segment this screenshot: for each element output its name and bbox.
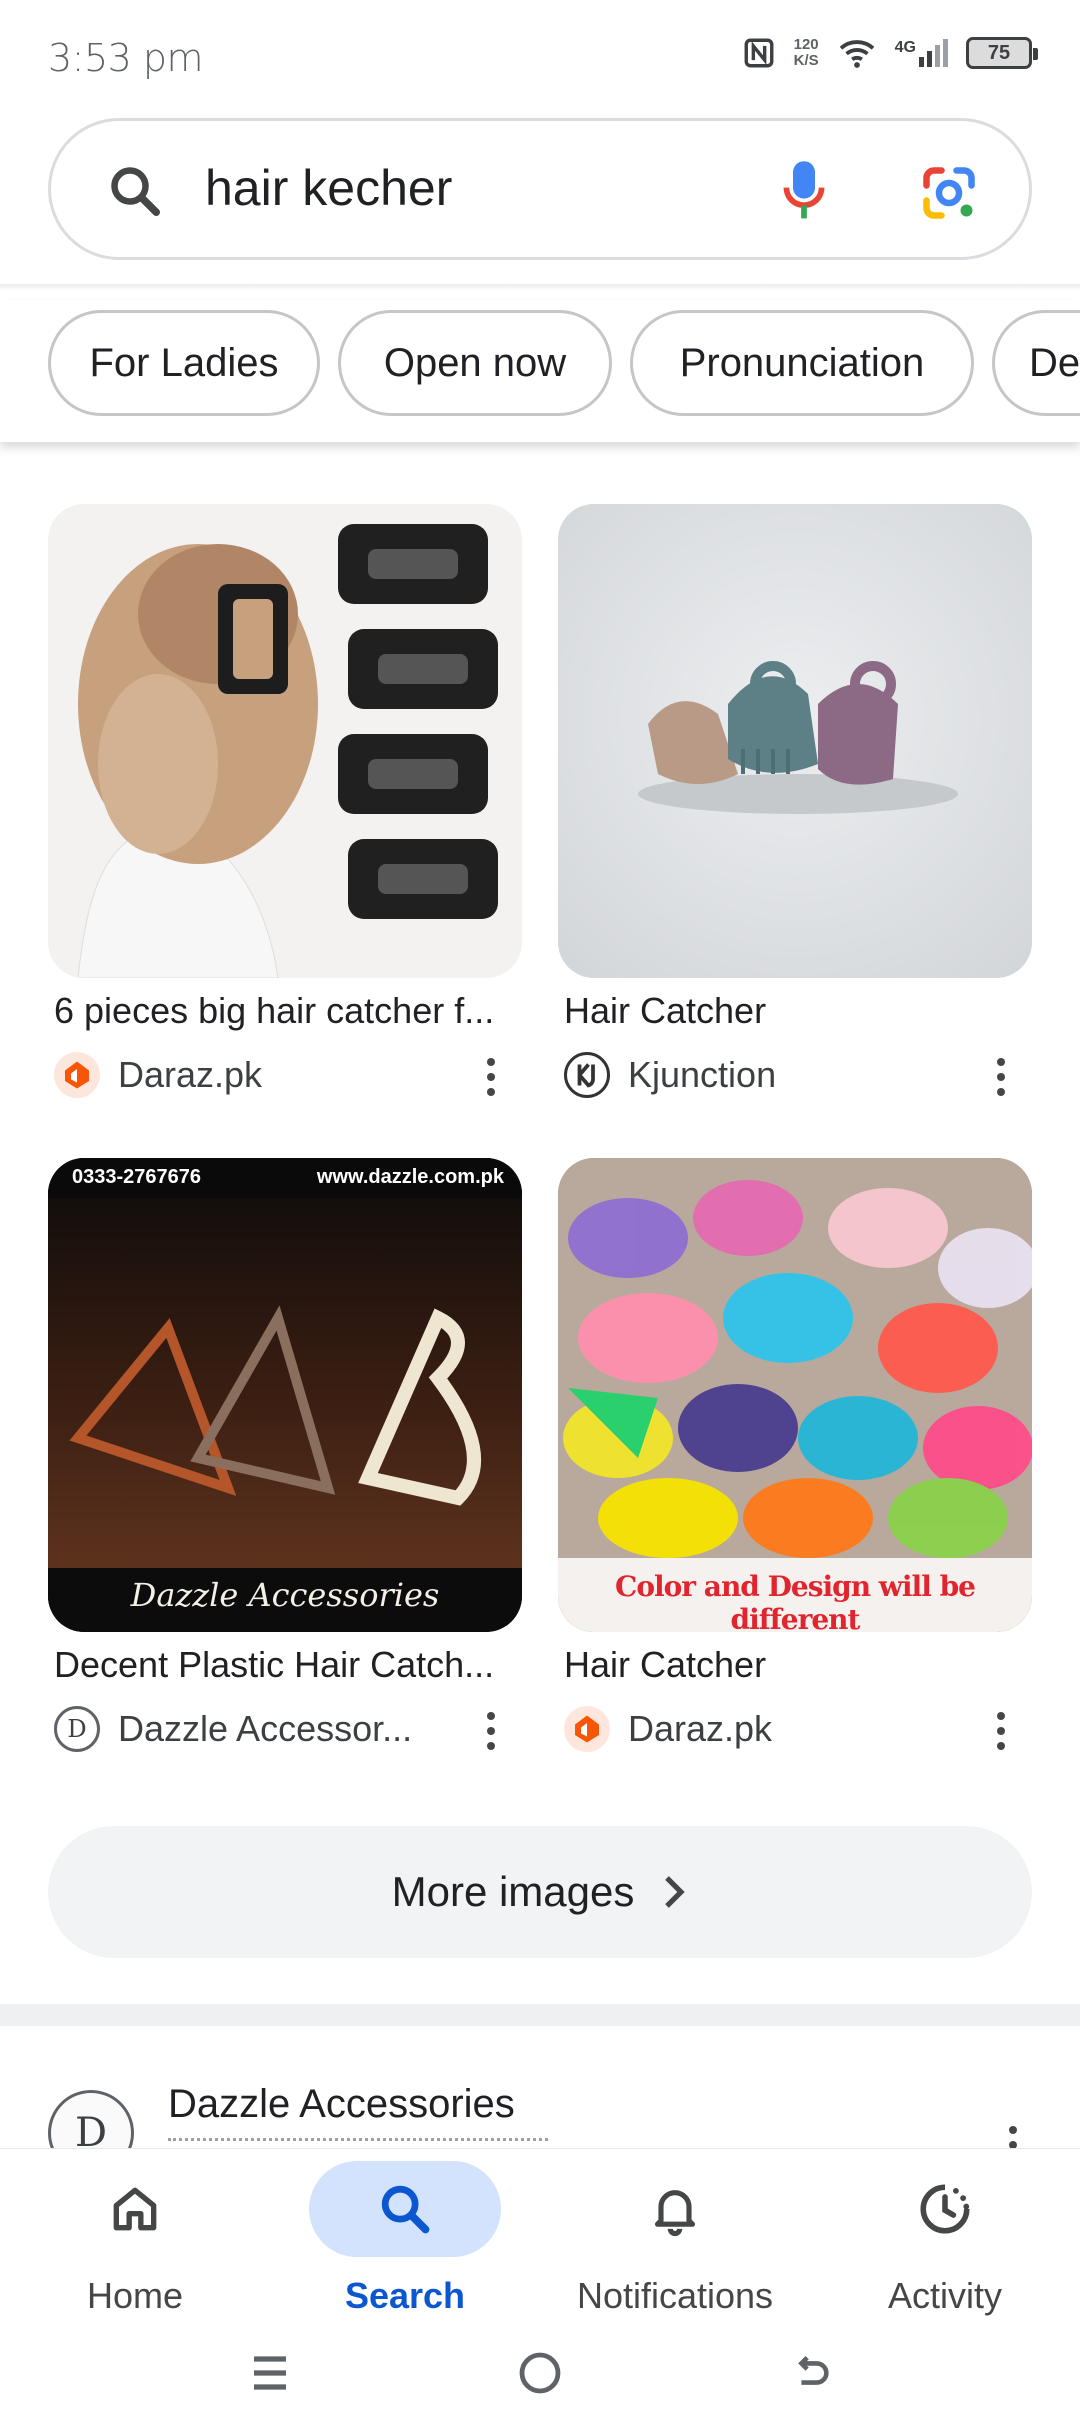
image-thumbnail[interactable] (558, 504, 1032, 978)
web-result[interactable]: D Dazzle Accessories (0, 2060, 1080, 2150)
nav-search-pill (309, 2161, 501, 2257)
source-name: Dazzle Accessor... (118, 1708, 413, 1749)
network-speed-value: 120 (793, 36, 819, 53)
chip-open-now[interactable]: Open now (338, 310, 612, 416)
image-title[interactable]: 6 pieces big hair catcher f... (54, 990, 522, 1032)
overlay-url: www.dazzle.com.pk (316, 1166, 504, 1188)
favicon-letter: D (74, 2110, 108, 2150)
back-icon[interactable] (788, 2348, 834, 2398)
source-name: Daraz.pk (118, 1054, 263, 1095)
dazzle-icon: D (48, 2090, 134, 2150)
lens-icon[interactable] (919, 163, 979, 223)
more-options-icon[interactable] (986, 1052, 1016, 1102)
nav-notifications-pill (579, 2161, 771, 2257)
filter-chips: For Ladies Open now Pronunciation De (0, 300, 1080, 442)
more-options-icon[interactable] (998, 2120, 1028, 2150)
image-source[interactable]: Kjunction (564, 1052, 776, 1098)
hair-claw-photo (558, 504, 1032, 978)
home-button-icon[interactable] (516, 2348, 564, 2398)
dazzle-icon: D (54, 1706, 100, 1752)
image-source[interactable]: Daraz.pk (564, 1706, 772, 1752)
image-source[interactable]: Daraz.pk (54, 1052, 262, 1098)
chip-more[interactable]: De (992, 310, 1080, 416)
more-options-icon[interactable] (476, 1706, 506, 1756)
wifi-icon (839, 40, 874, 68)
chevron-right-icon (665, 1876, 686, 1908)
nav-home-pill (39, 2161, 231, 2257)
nav-search-label: Search (344, 2275, 466, 2316)
battery-level: 75 (987, 41, 1011, 64)
kjunction-icon (564, 1052, 610, 1098)
overlay-brand: Dazzle Accessories (130, 1576, 440, 1614)
hair-claw-photo (558, 1158, 1032, 1632)
menu-icon[interactable] (248, 2348, 292, 2398)
daraz-icon (54, 1052, 100, 1098)
nav-home-label: Home (86, 2275, 184, 2316)
network-type: 4G (894, 39, 916, 56)
network-speed-unit: K/S (793, 52, 819, 69)
system-navigation (0, 2330, 1080, 2420)
search-icon (111, 167, 160, 216)
mic-icon[interactable] (781, 159, 827, 225)
status-bar: 3:53 pm 120 K/S 4G 75 (0, 0, 1080, 110)
nav-home[interactable]: Home (0, 2161, 270, 2351)
nav-activity-label: Activity (887, 2275, 1002, 2316)
section-divider (0, 2004, 1080, 2026)
chip-for-ladies[interactable]: For Ladies (48, 310, 320, 416)
search-input[interactable]: hair kecher (205, 159, 452, 217)
source-name: Daraz.pk (628, 1708, 773, 1749)
overlay-caption: Color and Design will be different (615, 1570, 976, 1632)
hair-claw-photo (48, 1158, 522, 1632)
search-icon (381, 2185, 430, 2234)
nav-activity[interactable]: Activity (810, 2161, 1080, 2351)
image-source[interactable]: D Dazzle Accessor... (54, 1706, 412, 1752)
overlay-phone: 0333-2767676 (72, 1166, 202, 1188)
more-options-icon[interactable] (476, 1052, 506, 1102)
nfc-icon (744, 38, 774, 68)
image-thumbnail[interactable]: Color and Design will be different (558, 1158, 1032, 1632)
status-icons: 120 K/S 4G 75 (742, 36, 1038, 70)
network-speed: 120 K/S (794, 37, 819, 69)
home-icon (113, 2187, 157, 2231)
activity-icon (920, 2184, 970, 2234)
battery-icon: 75 (966, 37, 1038, 69)
image-thumbnail[interactable] (48, 504, 522, 978)
daraz-icon (564, 1706, 610, 1752)
result-title[interactable]: Dazzle Accessories (168, 2082, 515, 2127)
more-options-icon[interactable] (986, 1706, 1016, 1756)
nav-activity-pill (849, 2161, 1041, 2257)
more-images-label: More images (391, 1868, 635, 1915)
hair-claw-photo (48, 504, 522, 978)
nav-search[interactable]: Search (270, 2161, 540, 2351)
chip-pronunciation[interactable]: Pronunciation (630, 310, 974, 416)
favicon-letter: D (67, 1715, 87, 1743)
cell-signal-icon: 4G (895, 39, 948, 67)
nav-notifications[interactable]: Notifications (540, 2161, 810, 2351)
more-images-button[interactable]: More images (48, 1826, 1032, 1958)
image-title[interactable]: Decent Plastic Hair Catch... (54, 1644, 522, 1686)
bell-icon (654, 2190, 696, 2236)
search-bar[interactable]: hair kecher (48, 118, 1032, 260)
header-shadow (0, 284, 1080, 290)
nav-notifications-label: Notifications (576, 2275, 774, 2316)
image-title[interactable]: Hair Catcher (564, 990, 984, 1032)
image-thumbnail[interactable]: 0333-2767676 www.dazzle.com.pk Dazzle Ac… (48, 1158, 522, 1632)
status-time: 3:53 pm (48, 36, 204, 80)
image-title[interactable]: Hair Catcher (564, 1644, 984, 1686)
source-name: Kjunction (628, 1054, 777, 1095)
